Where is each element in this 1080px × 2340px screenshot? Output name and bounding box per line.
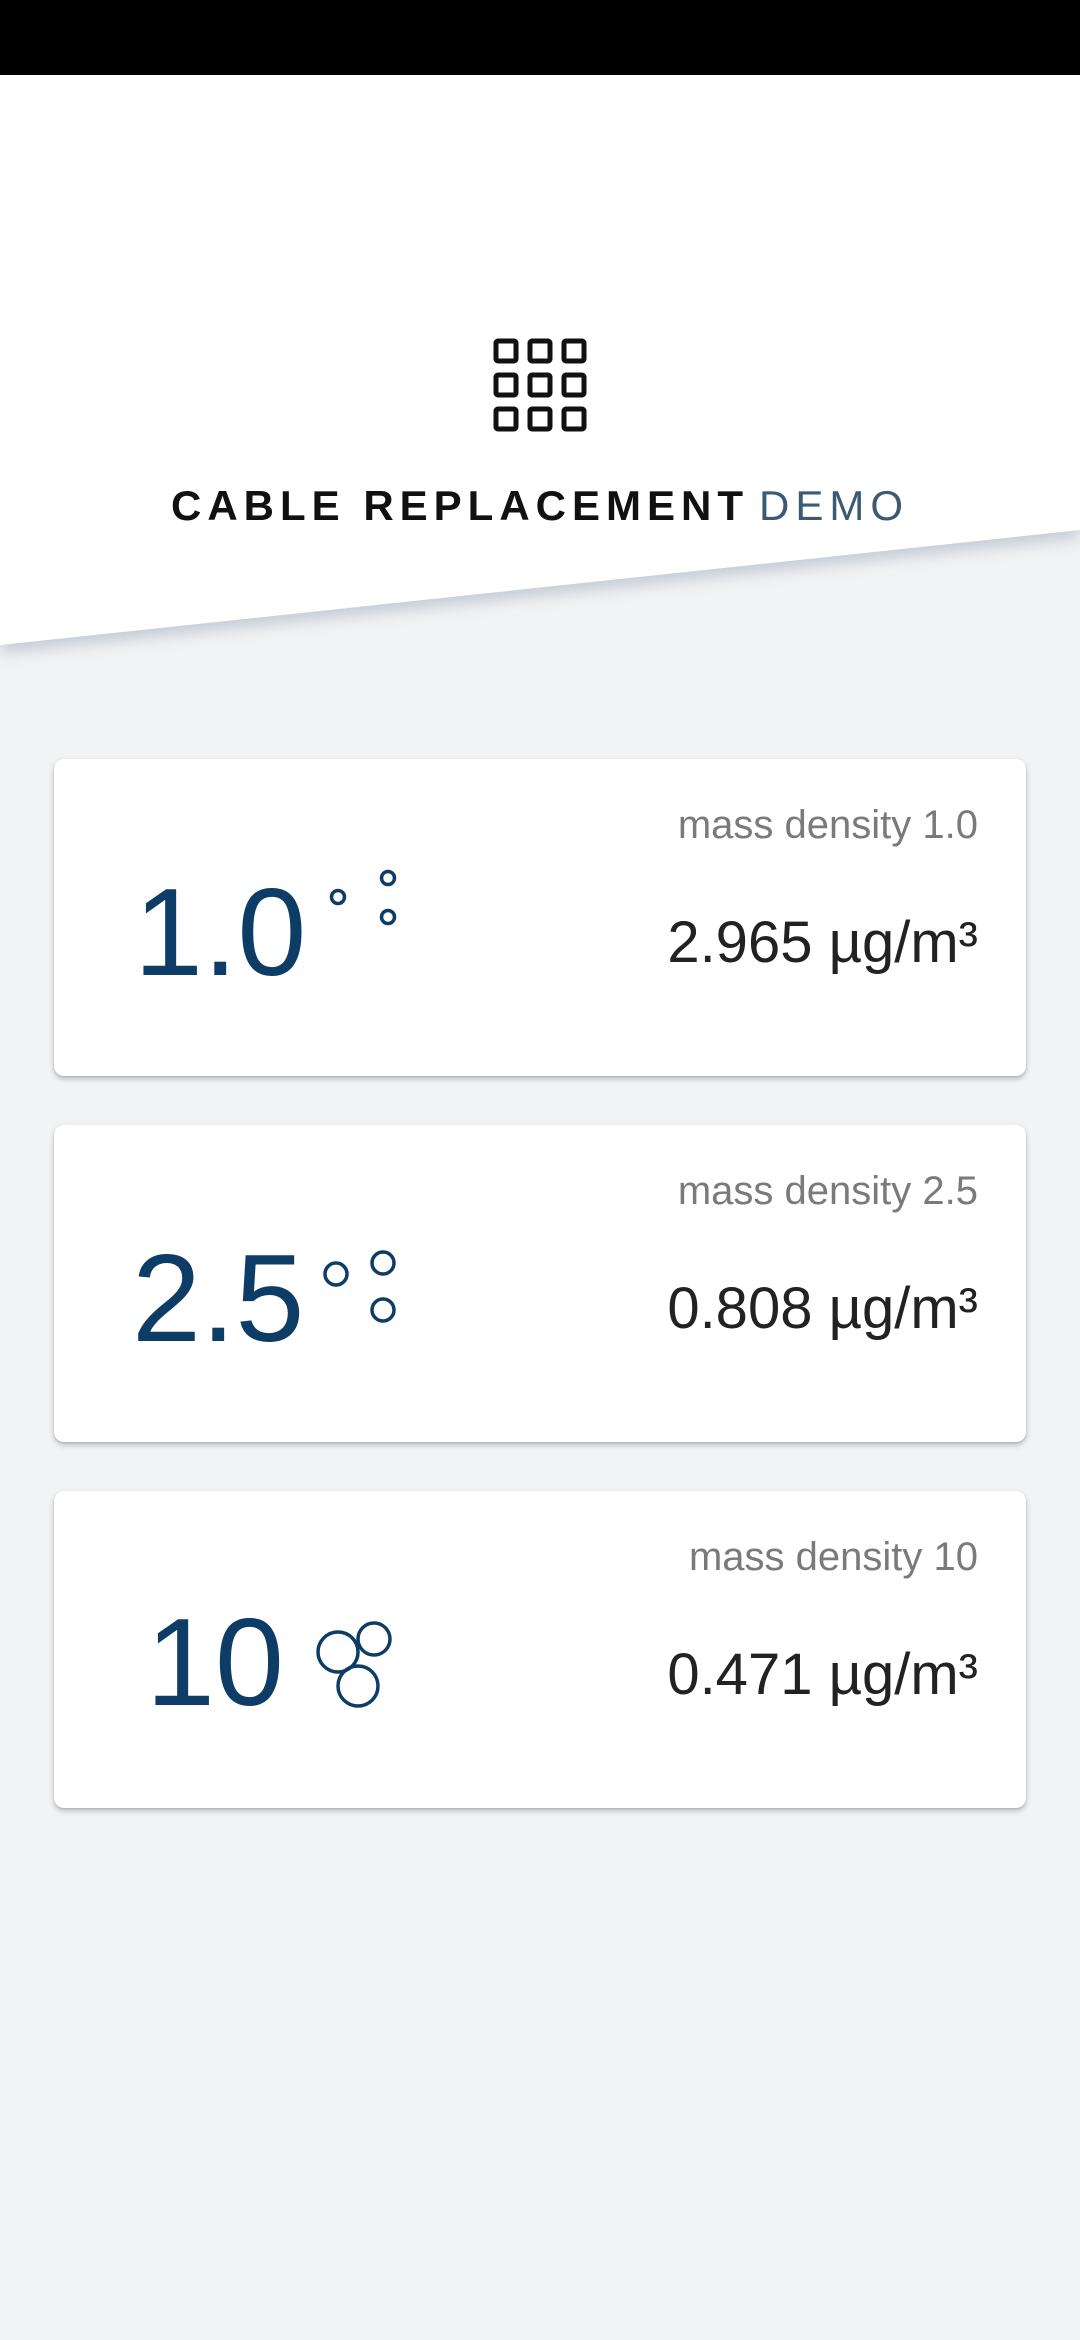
app-title-main: CABLE REPLACEMENT — [170, 482, 749, 529]
pm25-card[interactable]: 2.5 mass density 2.5 0.808 µg/m³ — [54, 1125, 1026, 1442]
particles-large-icon — [316, 1621, 392, 1708]
pm1-reading: 2.965 µg/m³ — [667, 910, 978, 975]
app-title: CABLE REPLACEMENT DEMO — [0, 480, 1080, 532]
pm25-reading: 0.808 µg/m³ — [667, 1276, 978, 1341]
app-header: CABLE REPLACEMENT DEMO — [0, 75, 1080, 695]
pm1-label: mass density 1.0 — [677, 803, 978, 847]
status-bar — [0, 0, 1080, 75]
pm25-label: mass density 2.5 — [677, 1169, 978, 1213]
pm1-card[interactable]: 1.0 mass density 1.0 2.965 µg/m³ — [54, 759, 1026, 1076]
grid-icon — [493, 338, 587, 432]
particles-small-icon — [329, 869, 397, 926]
pm10-card[interactable]: 10 mass density 10 0.471 µg/m³ — [54, 1491, 1026, 1808]
pm10-label: mass density 10 — [688, 1535, 978, 1579]
app-title-accent: DEMO — [759, 482, 909, 529]
pm10-reading: 0.471 µg/m³ — [667, 1642, 978, 1707]
particles-medium-icon — [323, 1250, 396, 1323]
